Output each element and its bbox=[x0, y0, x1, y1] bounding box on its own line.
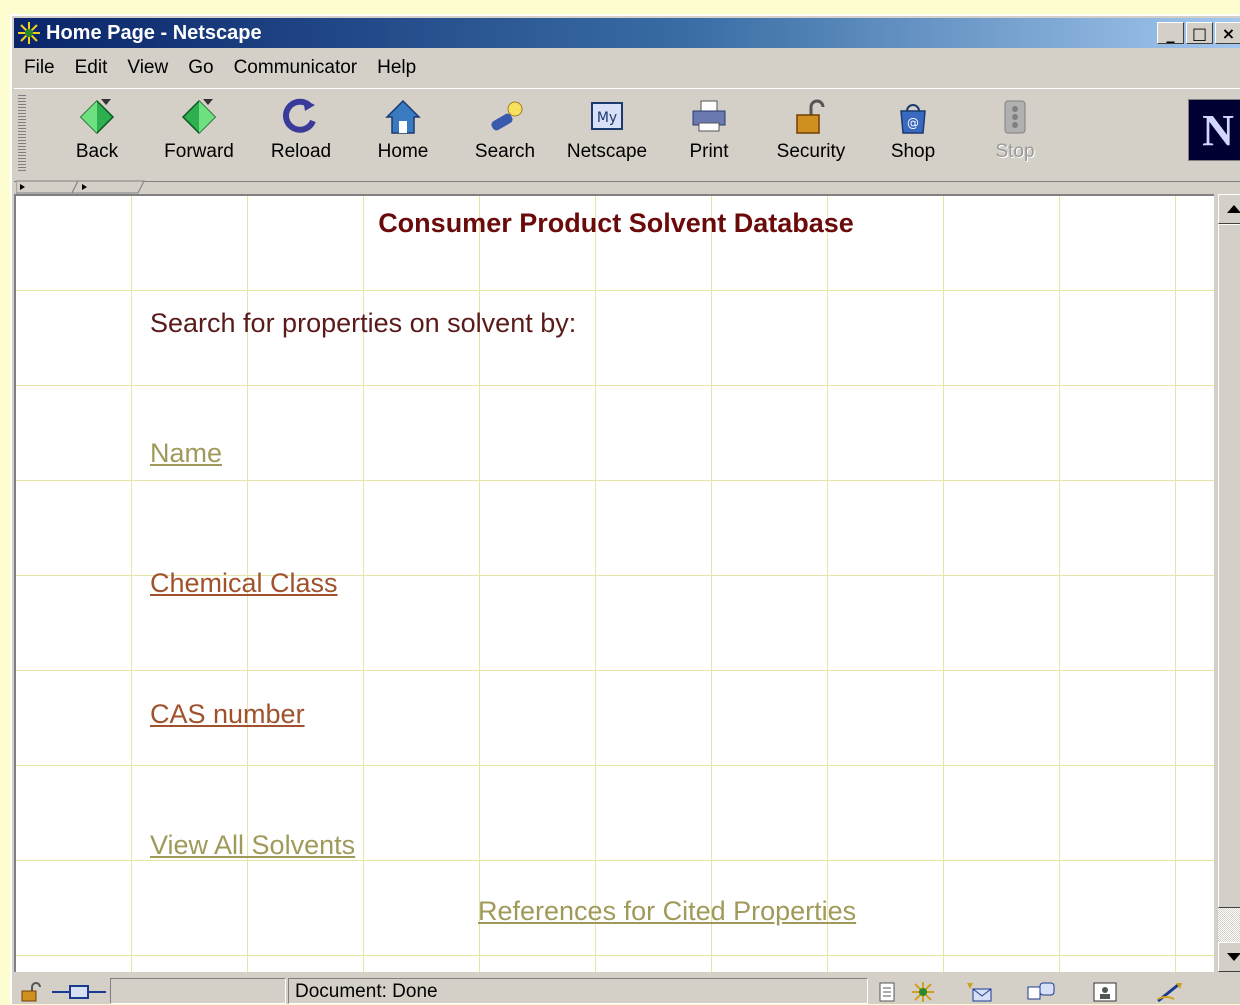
scroll-track[interactable] bbox=[1218, 908, 1240, 942]
netscape-app-icon bbox=[16, 20, 42, 46]
shop-button[interactable]: @ Shop bbox=[866, 97, 960, 177]
my-netscape-button[interactable]: My Netscape bbox=[560, 97, 654, 177]
print-label: Print bbox=[689, 141, 729, 162]
back-arrow-icon bbox=[79, 99, 115, 135]
status-text: Document: Done bbox=[295, 981, 438, 1002]
maximize-button[interactable]: □ bbox=[1186, 22, 1213, 44]
menu-communicator[interactable]: Communicator bbox=[224, 57, 368, 79]
toolbar-collapse-tabs[interactable] bbox=[16, 180, 156, 194]
reload-label: Reload bbox=[270, 141, 332, 162]
minimize-button[interactable]: _ bbox=[1157, 22, 1184, 44]
navigation-toolbar: Back Forward Reload Home Search My Netsc… bbox=[14, 88, 1240, 182]
menu-edit[interactable]: Edit bbox=[65, 57, 118, 79]
menu-go[interactable]: Go bbox=[178, 57, 223, 79]
home-button[interactable]: Home bbox=[356, 97, 450, 177]
my-netscape-icon: My bbox=[591, 102, 623, 130]
netscape-logo[interactable]: N bbox=[1188, 99, 1240, 161]
search-by-cas-number-link[interactable]: CAS number bbox=[150, 699, 305, 730]
page-title: Consumer Product Solvent Database bbox=[378, 208, 854, 238]
stop-button[interactable]: Stop bbox=[968, 97, 1062, 177]
search-by-name-link[interactable]: Name bbox=[150, 438, 222, 469]
menu-file[interactable]: File bbox=[14, 57, 65, 79]
home-icon bbox=[385, 99, 421, 134]
reload-button[interactable]: Reload bbox=[254, 97, 348, 177]
close-button[interactable]: × bbox=[1215, 22, 1240, 44]
connection-plug-icon bbox=[50, 980, 108, 1004]
scroll-down-button[interactable] bbox=[1218, 942, 1240, 972]
forward-arrow-icon bbox=[181, 99, 217, 135]
reload-icon bbox=[283, 98, 316, 133]
page-info-icon[interactable] bbox=[872, 980, 902, 1004]
search-flashlight-icon bbox=[491, 101, 523, 131]
scroll-thumb[interactable] bbox=[1218, 224, 1240, 908]
title-bar[interactable]: Home Page - Netscape _ □ × bbox=[14, 18, 1240, 48]
scroll-up-button[interactable] bbox=[1218, 194, 1240, 224]
printer-icon bbox=[692, 100, 726, 132]
shop-bag-icon: @ bbox=[900, 104, 926, 134]
address-book-component-icon[interactable] bbox=[1090, 980, 1120, 1004]
back-label: Back bbox=[75, 141, 119, 162]
stop-icon bbox=[1004, 100, 1026, 134]
progress-indicator bbox=[110, 978, 286, 1004]
svg-text:My: My bbox=[597, 110, 617, 126]
home-label: Home bbox=[377, 141, 429, 162]
search-by-chemical-class-link[interactable]: Chemical Class bbox=[150, 568, 338, 599]
menu-view[interactable]: View bbox=[117, 57, 178, 79]
page-content: Consumer Product Solvent Database Search… bbox=[14, 194, 1214, 972]
print-button[interactable]: Print bbox=[662, 97, 756, 177]
security-label: Security bbox=[776, 141, 846, 162]
security-lock-status-icon[interactable] bbox=[16, 980, 46, 1004]
status-bar: Document: Done bbox=[14, 976, 1240, 1004]
window-title: Home Page - Netscape bbox=[46, 21, 262, 44]
forward-button[interactable]: Forward bbox=[152, 97, 246, 177]
navigator-component-icon[interactable] bbox=[908, 980, 938, 1004]
down-arrow-icon bbox=[1227, 953, 1240, 961]
menu-help[interactable]: Help bbox=[367, 57, 426, 79]
search-button[interactable]: Search bbox=[458, 97, 552, 177]
svg-text:@: @ bbox=[907, 116, 919, 130]
menu-bar: File Edit View Go Communicator Help bbox=[14, 54, 426, 82]
stop-label: Stop bbox=[995, 141, 1035, 162]
status-text-panel: Document: Done bbox=[288, 978, 868, 1004]
security-padlock-icon bbox=[796, 99, 825, 134]
composer-component-icon[interactable] bbox=[1154, 980, 1184, 1004]
mail-component-icon[interactable] bbox=[964, 980, 994, 1004]
newsgroups-component-icon[interactable] bbox=[1026, 980, 1056, 1004]
netscape-label: Netscape bbox=[566, 141, 648, 162]
search-intro-text: Search for properties on solvent by: bbox=[150, 308, 577, 338]
toolbar-grip-handle[interactable] bbox=[18, 95, 26, 173]
forward-label: Forward bbox=[164, 141, 234, 162]
back-button[interactable]: Back bbox=[50, 97, 144, 177]
browser-window: Home Page - Netscape _ □ × File Edit Vie… bbox=[10, 14, 1240, 1004]
security-button[interactable]: Security bbox=[764, 97, 858, 177]
search-label: Search bbox=[474, 141, 536, 162]
vertical-scrollbar[interactable] bbox=[1218, 194, 1240, 972]
references-link[interactable]: References for Cited Properties bbox=[478, 896, 856, 927]
shop-label: Shop bbox=[890, 141, 936, 162]
up-arrow-icon bbox=[1227, 205, 1240, 213]
view-all-solvents-link[interactable]: View All Solvents bbox=[150, 830, 355, 861]
